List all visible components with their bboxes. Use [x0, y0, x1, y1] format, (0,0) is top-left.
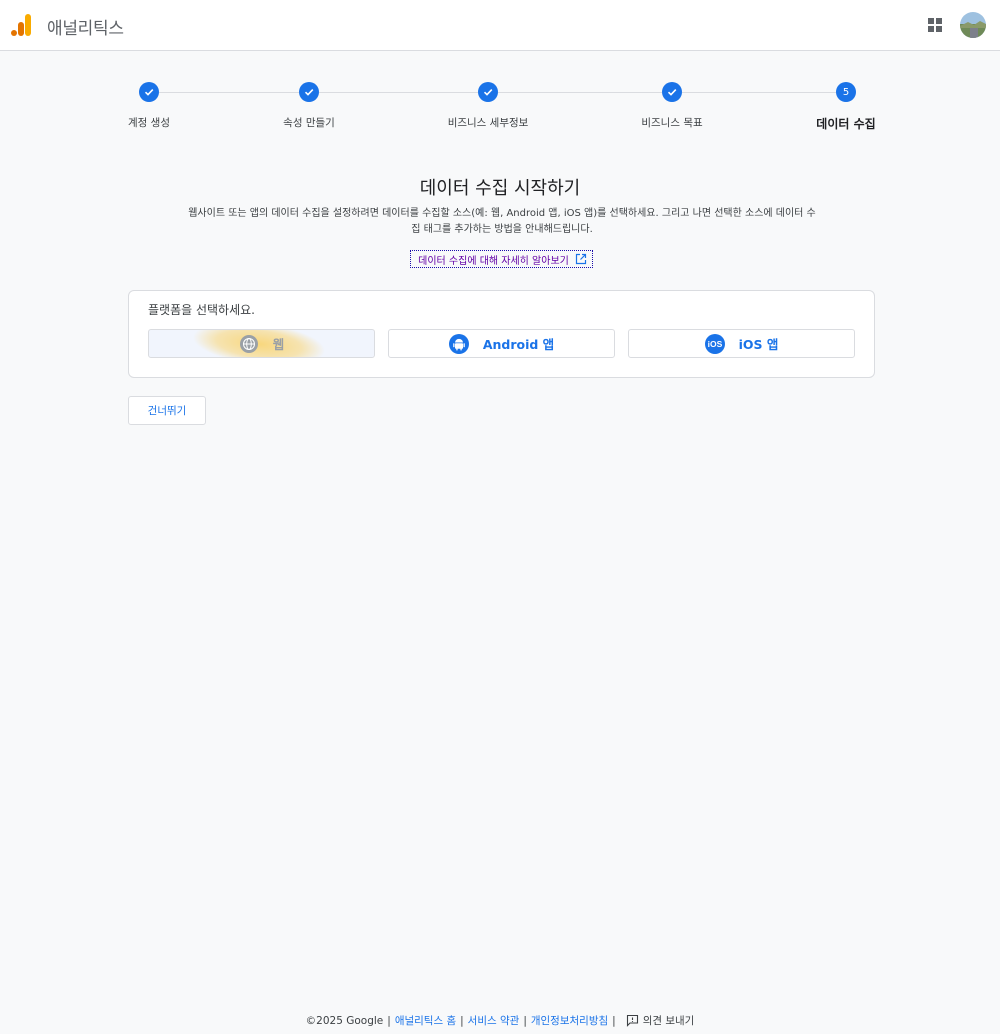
footer-separator: | [387, 1014, 391, 1027]
step-5-number: 5 [836, 82, 856, 102]
step-label-business-details: 비즈니스 세부정보 [447, 117, 529, 129]
top-bar: 애널리틱스 [0, 0, 1000, 51]
stepper-line [319, 92, 478, 93]
stepper-line [498, 92, 662, 93]
platform-web-button[interactable]: 웹 [148, 329, 375, 358]
footer-separator: | [523, 1014, 527, 1027]
platform-ios-label: iOS 앱 [738, 337, 779, 352]
platform-web-label: 웹 [272, 337, 285, 352]
send-feedback-button[interactable]: 의견 보내기 [626, 1013, 695, 1028]
android-icon [448, 333, 469, 354]
svg-text:iOS: iOS [707, 339, 722, 349]
step-label-data-collection: 데이터 수집 [816, 117, 876, 131]
step-2-check-icon [299, 82, 319, 102]
learn-more-link[interactable]: 데이터 수집에 대해 자세히 알아보기 [410, 250, 593, 268]
globe-icon [239, 334, 258, 353]
footer-copyright: ©2025 Google [305, 1014, 384, 1027]
platform-android-label: Android 앱 [482, 337, 555, 352]
step-1-check-icon [139, 82, 159, 102]
stepper-line [682, 92, 836, 93]
open-in-new-icon [575, 253, 586, 265]
step-label-business-goals: 비즈니스 목표 [641, 117, 703, 129]
app-title: 애널리틱스 [47, 19, 124, 39]
step-4-check-icon [662, 82, 682, 102]
learn-more-label: 데이터 수집에 대해 자세히 알아보기 [418, 255, 569, 267]
step-label-account: 계정 생성 [128, 117, 170, 129]
account-avatar[interactable] [960, 12, 986, 38]
platform-android-button[interactable]: Android 앱 [388, 329, 615, 358]
stepper-line [159, 92, 299, 93]
footer-link-analytics-home[interactable]: 애널리틱스 홈 [395, 1013, 456, 1028]
feedback-icon [626, 1014, 638, 1027]
footer: ©2025 Google | 애널리틱스 홈 | 서비스 약관 | 개인정보처리… [0, 1013, 1000, 1028]
page-description: 웹사이트 또는 앱의 데이터 수집을 설정하려면 데이터를 수집할 소스(예: … [188, 208, 816, 235]
step-3-check-icon [478, 82, 498, 102]
analytics-logo[interactable] [10, 13, 32, 37]
footer-link-privacy[interactable]: 개인정보처리방침 [531, 1013, 608, 1028]
click-highlight [183, 330, 335, 357]
skip-button[interactable]: 건너뛰기 [128, 396, 206, 425]
footer-link-terms[interactable]: 서비스 약관 [468, 1013, 520, 1028]
apps-grid-icon[interactable] [924, 14, 946, 36]
send-feedback-label: 의견 보내기 [642, 1015, 695, 1027]
page-title: 데이터 수집 시작하기 [419, 178, 581, 199]
footer-separator: | [460, 1014, 464, 1027]
platform-title: 플랫폼을 선택하세요. [148, 303, 255, 317]
platform-card: 플랫폼을 선택하세요. 웹 Android 앱 iOS iOS 앱 [128, 290, 875, 378]
platform-ios-button[interactable]: iOS iOS 앱 [628, 329, 855, 358]
footer-separator: | [612, 1014, 616, 1027]
ios-icon: iOS [704, 333, 725, 354]
step-label-property: 속성 만들기 [283, 117, 335, 129]
